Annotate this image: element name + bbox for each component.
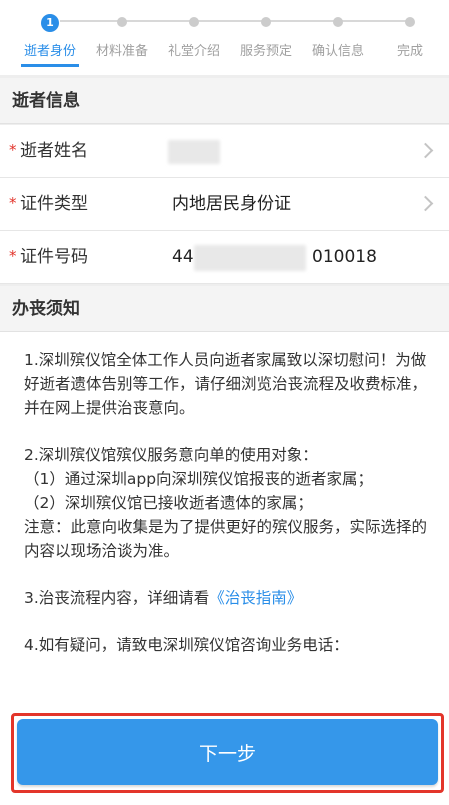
notice-2-line-4: 注意：此意向收集是为了提供更好的殡仪服务，实际选择的内容以现场洽谈为准。 [24,518,428,560]
step-2-indicator [117,17,127,27]
id-number-row[interactable]: * 证件号码 44 010018 [0,231,449,284]
step-6-label: 完成 [396,44,423,59]
chevron-right-icon [417,142,434,159]
redacted-id-number [194,245,306,271]
notice-2-line-3: （2）深圳殡仪馆已接收逝者遗体的家属； [24,494,313,512]
step-5[interactable]: 确认信息 [301,8,375,68]
app-screen: 1 逝者身份 材料准备 礼堂介绍 服务预定 确认信息 完成 逝者信息 * 逝者姓… [0,0,449,805]
notice-paragraph-2: 2.深圳殡仪馆殡仪服务意向单的使用对象： （1）通过深圳app向深圳殡仪馆报丧的… [24,443,431,563]
notice-3-text: 3.治丧流程内容，详细请看 [24,589,210,607]
step-5-label: 确认信息 [311,44,364,59]
notice-paragraph-4: 4.如有疑问，请致电深圳殡仪馆咨询业务电话： [24,636,349,654]
funeral-notice-content: 1.深圳殡仪馆全体工作人员向逝者家属致以深切慰问！为做好逝者遗体告别等工作，请仔… [0,332,449,710]
name-label: 逝者姓名 [20,141,88,161]
bottom-action-bar: 下一步 [0,710,449,805]
step-6-indicator [405,17,415,27]
required-mark: * [9,194,17,212]
step-1-underline [21,64,79,67]
required-mark: * [9,141,17,159]
step-4-indicator [261,17,271,27]
next-step-button[interactable]: 下一步 [17,719,438,785]
notice-paragraph-1: 1.深圳殡仪馆全体工作人员向逝者家属致以深切慰问！为做好逝者遗体告别等工作，请仔… [24,351,428,417]
step-2[interactable]: 材料准备 [85,8,159,68]
step-5-indicator [333,17,343,27]
notice-2-line-2: （1）通过深圳app向深圳殡仪馆报丧的逝者家属； [24,470,374,488]
notice-2-line-1: 2.深圳殡仪馆殡仪服务意向单的使用对象： [24,446,318,464]
notice-paragraph-3: 3.治丧流程内容，详细请看《治丧指南》 [24,586,431,610]
deceased-info-form: * 逝者姓名 * 证件类型 内地居民身份证 * 证件号码 44 010018 [0,125,449,284]
redacted-name [168,140,220,164]
deceased-info-title: 逝者信息 [0,78,449,124]
step-4-label: 服务预定 [239,44,292,59]
step-3-indicator [189,17,199,27]
step-3[interactable]: 礼堂介绍 [157,8,231,68]
id-type-label: 证件类型 [20,194,88,214]
chevron-right-icon [417,195,434,212]
funeral-notice-title: 办丧须知 [0,286,449,332]
name-row[interactable]: * 逝者姓名 [0,125,449,178]
step-1-indicator: 1 [41,14,59,32]
id-number-label: 证件号码 [20,247,88,267]
step-4[interactable]: 服务预定 [229,8,303,68]
funeral-guide-link[interactable]: 《治丧指南》 [209,589,302,607]
id-type-row[interactable]: * 证件类型 内地居民身份证 [0,178,449,231]
id-number-prefix[interactable]: 44 [172,231,194,284]
required-mark: * [9,247,17,265]
progress-stepper: 1 逝者身份 材料准备 礼堂介绍 服务预定 确认信息 完成 [0,0,449,75]
id-number-suffix[interactable]: 010018 [312,231,377,284]
step-1-label: 逝者身份 [23,44,76,59]
step-3-label: 礼堂介绍 [167,44,220,59]
step-2-label: 材料准备 [95,44,148,59]
step-6[interactable]: 完成 [373,8,447,68]
step-1[interactable]: 1 逝者身份 [13,8,87,68]
id-type-value[interactable]: 内地居民身份证 [172,178,291,231]
